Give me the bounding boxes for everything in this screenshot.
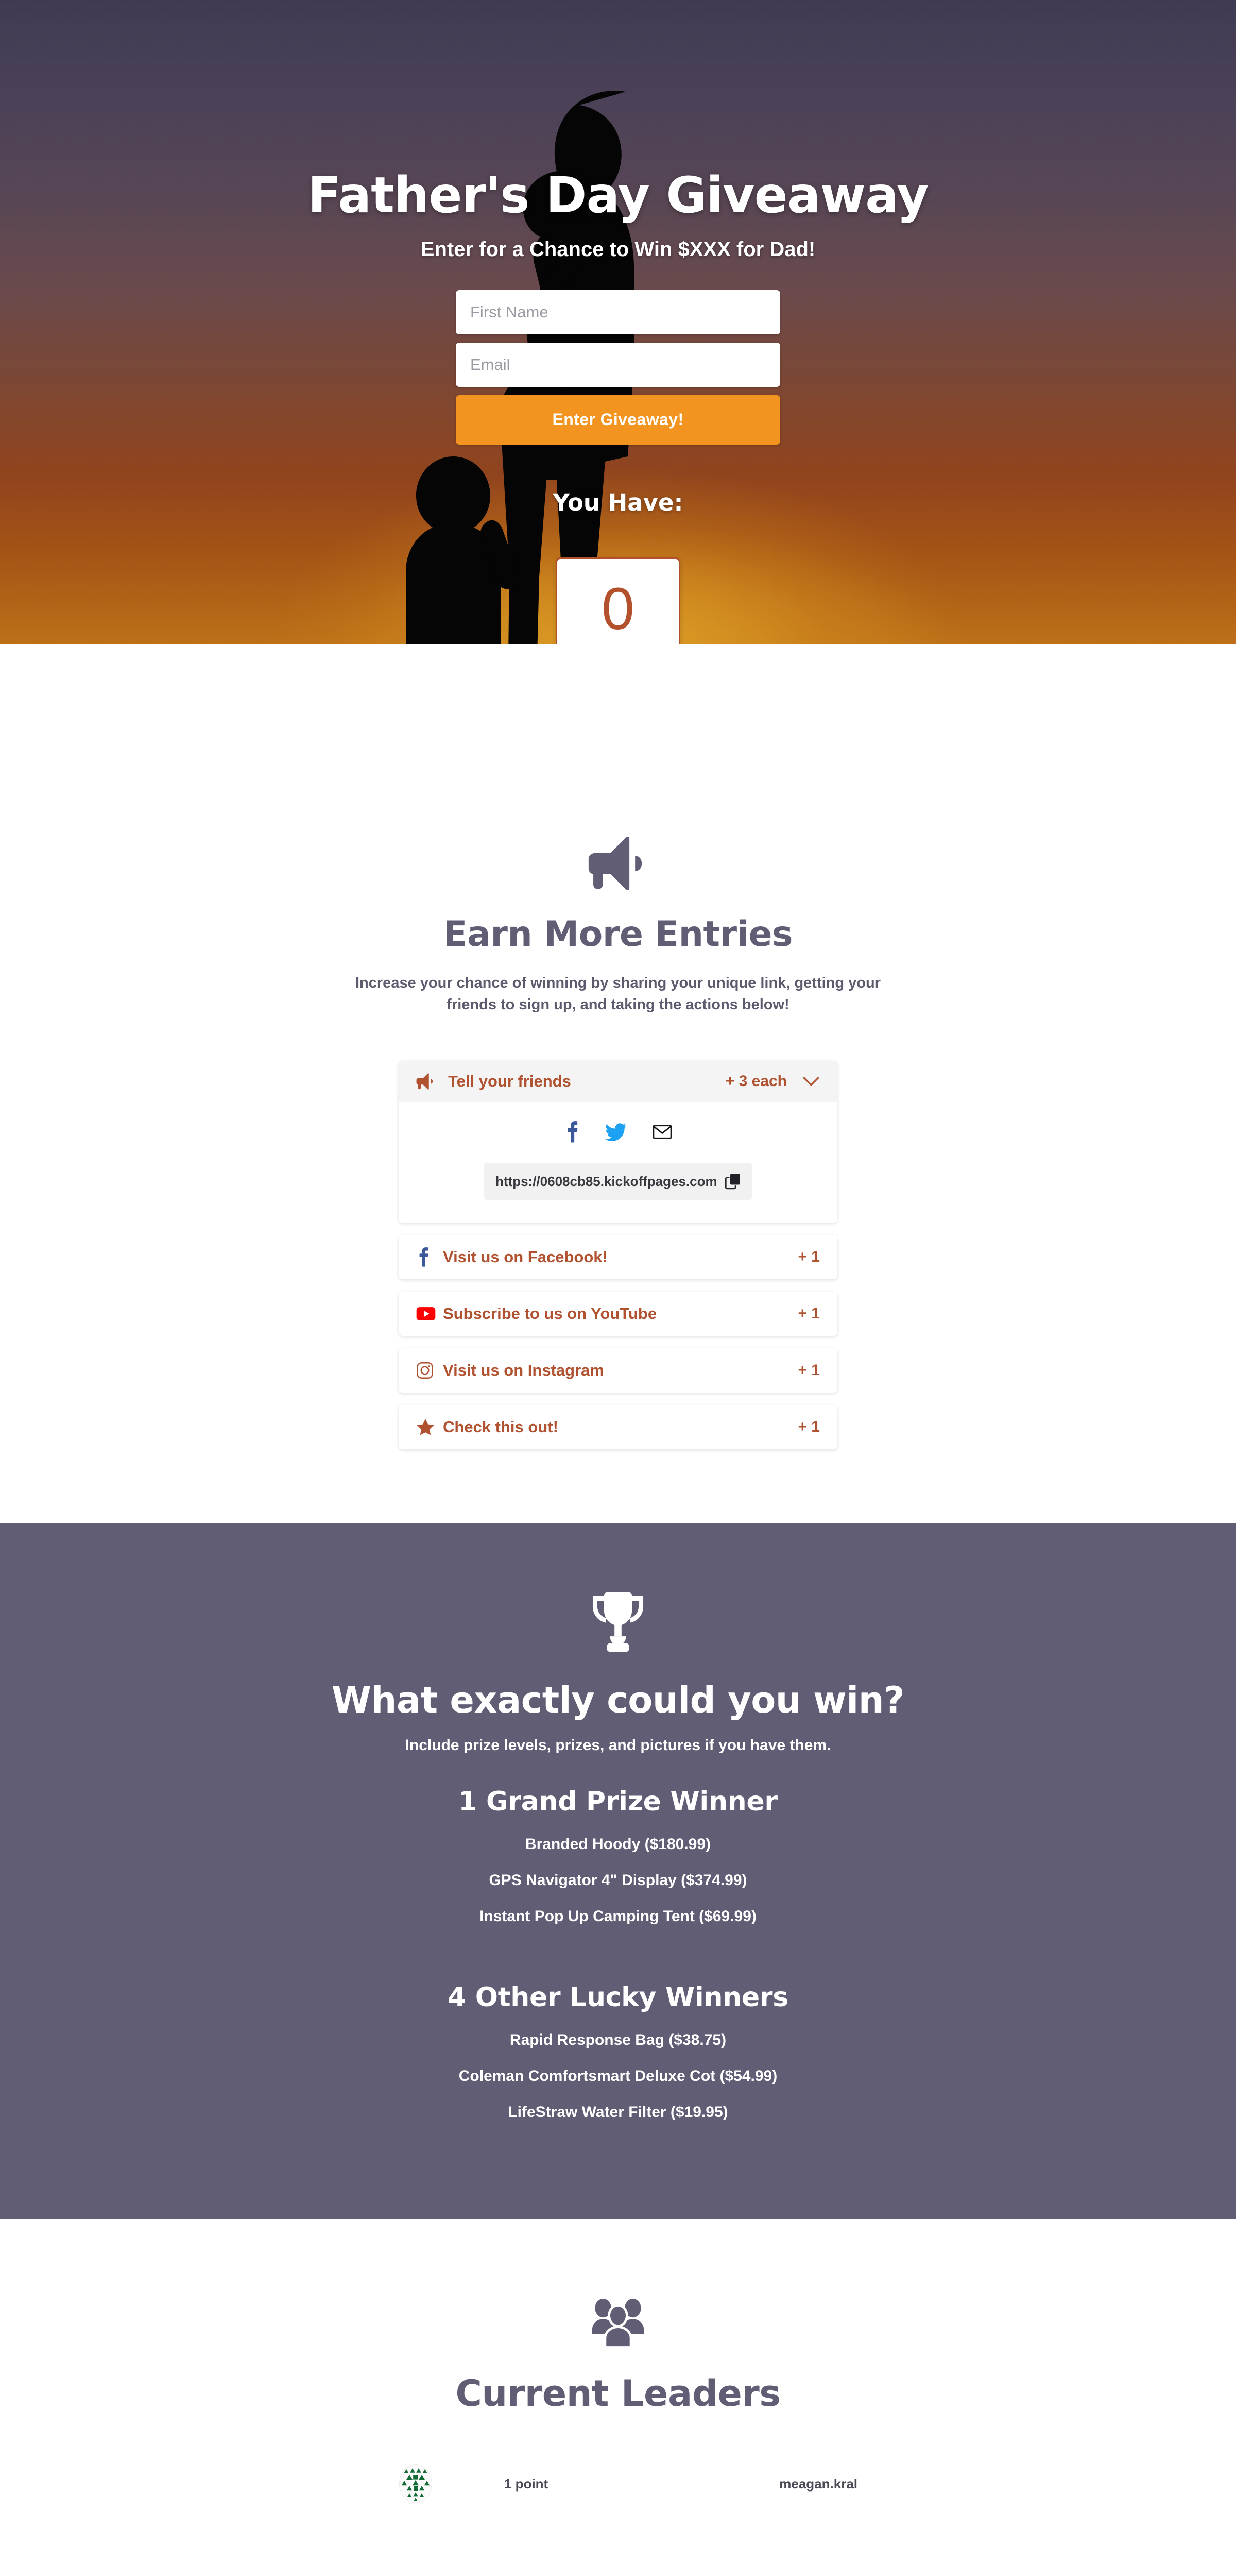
first-name-field[interactable] [456,290,780,334]
prize-tier-title: 1 Grand Prize Winner [458,1786,778,1818]
page-title: Father's Day Giveaway [307,166,929,224]
action-row-instagram[interactable]: Visit us on Instagram + 1 [399,1348,837,1393]
hero-content: Father's Day Giveaway Enter for a Chance… [0,0,1236,516]
entries-label: entries [589,644,648,645]
giveaway-landing-page: Father's Day Giveaway Enter for a Chance… [0,0,1236,2576]
action-points: + 1 [798,1418,820,1436]
facebook-icon[interactable] [564,1121,579,1143]
action-points: + 1 [798,1305,820,1323]
prize-item: Rapid Response Bag ($38.75) [509,2031,727,2049]
action-points: + 1 [798,1362,820,1379]
identicon-avatar [399,2464,432,2504]
users-icon [592,2299,644,2349]
tell-your-friends-points: + 3 each [725,1073,787,1090]
prize-item: Coleman Comfortsmart Deluxe Cot ($54.99) [458,2067,778,2085]
referral-link-text: https://0608cb85.kickoffpages.com?kid=_8 [495,1173,718,1189]
tell-your-friends-label: Tell your friends [448,1072,571,1091]
hero-subtitle: Enter for a Chance to Win $XXX for Dad! [420,238,816,261]
prize-tier-title: 4 Other Lucky Winners [448,1982,788,2013]
email-field[interactable] [456,342,780,387]
prize-tier-other: 4 Other Lucky Winners Rapid Response Bag… [0,1982,1236,2121]
instagram-icon [416,1362,443,1379]
prizes-title: What exactly could you win? [331,1679,905,1722]
star-icon [416,1418,443,1436]
action-label: Subscribe to us on YouTube [443,1304,657,1323]
chevron-down-icon[interactable] [802,1076,820,1087]
footer: Terms and Conditions - © 2023 [0,2503,1236,2576]
action-row-check-this-out[interactable]: Check this out! + 1 [399,1405,837,1450]
trophy-icon [592,1592,644,1652]
action-label: Check this out! [443,1418,558,1436]
earn-more-description: Increase your chance of winning by shari… [355,975,881,1013]
megaphone-icon [416,1073,435,1090]
prizes-subtitle: Include prize levels, prizes, and pictur… [405,1737,831,1754]
prize-item: Branded Hoody ($180.99) [525,1836,711,1853]
earn-more-title: Earn More Entries [443,914,793,955]
leader-points: 1 point [504,2476,548,2492]
prize-item: GPS Navigator 4" Display ($374.99) [489,1872,747,1889]
leader-name: meagan.kral [779,2476,857,2492]
you-have-label: You Have: [553,488,683,516]
entries-counter-card: 0 entries [556,557,680,644]
prize-tier-grand: 1 Grand Prize Winner Branded Hoody ($180… [0,1786,1236,1925]
action-row-facebook[interactable]: Visit us on Facebook! + 1 [399,1235,837,1280]
action-label: Visit us on Instagram [443,1361,604,1380]
action-label: Visit us on Facebook! [443,1248,608,1266]
leaderboard-row: 1 point meagan.kral [348,2464,888,2504]
tell-your-friends-card: Tell your friends + 3 each https://0608c… [399,1061,837,1223]
youtube-icon [416,1307,443,1321]
actions-list: Tell your friends + 3 each https://0608c… [399,1061,837,1450]
copy-icon[interactable] [725,1173,741,1190]
tell-your-friends-body: https://0608cb85.kickoffpages.com?kid=_8 [399,1102,837,1223]
action-row-youtube[interactable]: Subscribe to us on YouTube + 1 [399,1292,837,1336]
share-icon-row [399,1121,837,1143]
earn-more-entries-section: Earn More Entries Increase your chance o… [0,644,1236,1524]
referral-link-row: https://0608cb85.kickoffpages.com?kid=_8 [484,1163,752,1200]
entries-count: 0 [602,575,634,642]
enter-giveaway-button[interactable]: Enter Giveaway! [456,395,780,445]
prize-item: Instant Pop Up Camping Tent ($69.99) [479,1908,757,1925]
prize-item: LifeStraw Water Filter ($19.95) [508,2104,728,2121]
prizes-section: What exactly could you win? Include priz… [0,1523,1236,2219]
megaphone-icon [588,836,642,891]
entry-form: Enter Giveaway! [456,290,780,445]
tell-your-friends-header[interactable]: Tell your friends + 3 each [399,1061,837,1103]
email-icon[interactable] [653,1124,672,1140]
current-leaders-section: Current Leaders 1 point meagan.kral [0,2219,1236,2504]
facebook-icon [416,1247,443,1267]
current-leaders-title: Current Leaders [455,2372,781,2415]
twitter-icon[interactable] [605,1123,627,1141]
action-points: + 1 [798,1248,820,1266]
hero-section: Father's Day Giveaway Enter for a Chance… [0,0,1236,644]
